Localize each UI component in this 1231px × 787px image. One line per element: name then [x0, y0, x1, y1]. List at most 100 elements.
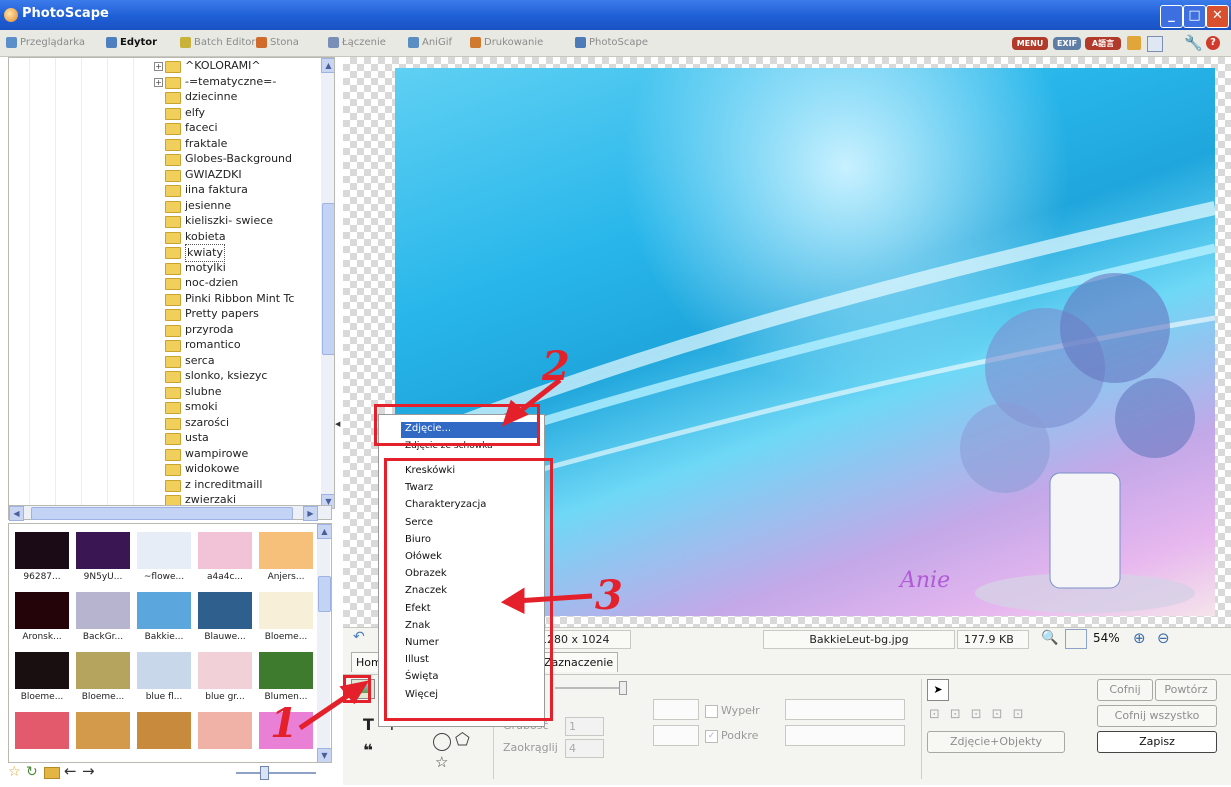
minimize-button[interactable]: _ [1160, 5, 1183, 28]
thumbnail-image[interactable] [198, 652, 252, 689]
thumbnail-image[interactable] [137, 652, 191, 689]
folder-icon[interactable] [1127, 36, 1141, 50]
style-dropdown[interactable] [785, 725, 905, 746]
thumbnail-image[interactable] [259, 592, 313, 629]
round-stepper[interactable]: 4 [565, 739, 604, 758]
thumbnail-image[interactable] [76, 652, 130, 689]
app-icon [4, 8, 18, 22]
close-button[interactable]: ✕ [1206, 5, 1229, 28]
thumbnail-label: Bakkie... [144, 632, 184, 642]
scroll-thumb[interactable] [318, 576, 331, 612]
tree-scrollbar[interactable]: ▲ ▼ [321, 58, 334, 508]
thumbnail-image[interactable] [259, 532, 313, 569]
zoom-fit-icon[interactable]: 🔍 [1041, 630, 1058, 646]
open-folder-icon[interactable] [44, 767, 60, 779]
folder-icon [165, 293, 181, 306]
batch-icon [180, 37, 191, 48]
menu-button[interactable]: MENU [1012, 37, 1048, 50]
underline-checkbox[interactable]: ✓ [705, 730, 718, 743]
browser-icon [6, 37, 17, 48]
slider-handle[interactable] [619, 681, 627, 695]
folder-label: usta [185, 431, 209, 444]
rotate-icon[interactable]: ↶ [353, 629, 365, 645]
thickness-stepper[interactable]: 1 [565, 717, 604, 736]
thumbnail-image[interactable] [259, 652, 313, 689]
actual-size-icon[interactable] [1065, 629, 1087, 649]
ellipse-icon[interactable] [433, 733, 451, 751]
zoom-out-icon[interactable]: ⊖ [1157, 629, 1170, 647]
thumbnail-scrollbar[interactable]: ▲ ▼ [317, 524, 331, 762]
scroll-thumb[interactable] [31, 507, 293, 520]
undo-button[interactable]: Cofnij [1097, 679, 1153, 701]
slider-handle[interactable] [260, 766, 269, 780]
exif-button[interactable]: EXIF [1053, 37, 1081, 50]
folder-tree[interactable]: + ^KOLORAMI^ + -=tematyczne=- dziecinne elfy f… [8, 57, 335, 509]
expand-icon[interactable]: + [154, 62, 163, 71]
thumbnail-image[interactable] [76, 592, 130, 629]
window-icon[interactable] [1147, 36, 1163, 52]
style-dropdown[interactable] [785, 699, 905, 720]
thumbnail-size-slider[interactable] [236, 772, 316, 774]
speech-bubble-icon[interactable]: ❝ [363, 741, 373, 761]
star-shape-icon[interactable]: ☆ [435, 753, 448, 771]
thumbnail-image[interactable] [198, 712, 252, 749]
folder-icon [165, 402, 181, 414]
folder-icon [165, 92, 181, 104]
thumbnail-image[interactable] [137, 532, 191, 569]
star-icon[interactable]: ☆ [8, 764, 21, 780]
scroll-up-icon[interactable]: ▲ [321, 58, 334, 73]
print-icon [470, 37, 481, 48]
folder-icon [165, 200, 181, 213]
scroll-thumb[interactable] [322, 203, 334, 355]
thumbnail-image[interactable] [15, 652, 69, 689]
thumbnail-image[interactable] [198, 532, 252, 569]
thumbnail-image[interactable] [15, 712, 69, 749]
scroll-down-icon[interactable]: ▼ [317, 748, 331, 762]
opacity-slider[interactable] [555, 687, 625, 689]
color-dropdown[interactable] [653, 725, 699, 746]
thumbnail-image[interactable] [15, 532, 69, 569]
zoom-in-icon[interactable]: ⊕ [1133, 629, 1146, 647]
polygon-icon[interactable]: ⬠ [455, 730, 470, 750]
pointer-tool-icon[interactable]: ➤ [927, 679, 949, 701]
undo-all-button[interactable]: Cofnij wszystko [1097, 705, 1217, 727]
thumbnail-image[interactable] [15, 592, 69, 629]
maximize-button[interactable]: □ [1183, 5, 1206, 28]
thumbnail-image[interactable] [137, 592, 191, 629]
scroll-up-icon[interactable]: ▲ [317, 524, 331, 539]
text-icon[interactable]: T [363, 715, 374, 734]
tab-stona[interactable]: Stona [256, 34, 299, 51]
tab-laczenie[interactable]: Łączenie [328, 34, 386, 51]
thumbnail-image[interactable] [137, 712, 191, 749]
layer-tools[interactable]: ⊡⊡⊡⊡⊡ [929, 707, 1033, 722]
tree-horizontal-scrollbar[interactable]: ◀ ▶ [8, 505, 332, 521]
folder-icon [165, 433, 181, 445]
language-button[interactable]: A語言 [1085, 37, 1121, 50]
fill-checkbox[interactable] [705, 705, 718, 718]
collapse-panel-icon[interactable]: ◀ [335, 420, 340, 428]
forward-arrow-icon[interactable]: → [82, 762, 95, 780]
tab-photoscape[interactable]: PhotoScape [575, 34, 648, 51]
expand-icon[interactable]: + [154, 77, 163, 87]
save-button[interactable]: Zapisz [1097, 731, 1217, 753]
tab-anigif[interactable]: AniGif [408, 34, 452, 51]
thumbnail-image[interactable] [76, 532, 130, 569]
tab-przegladarka[interactable]: Przeglądarka [6, 34, 85, 51]
highlight-box-items [384, 458, 553, 721]
refresh-icon[interactable]: ↻ [26, 764, 38, 780]
scroll-left-icon[interactable]: ◀ [9, 506, 24, 521]
back-arrow-icon[interactable]: ← [64, 762, 77, 780]
tab-drukowanie[interactable]: Drukowanie [470, 34, 543, 51]
photo-objects-button[interactable]: Zdjęcie+Objekty [927, 731, 1065, 753]
tab-edytor[interactable]: Edytor [106, 34, 157, 51]
redo-button[interactable]: Powtórz [1155, 679, 1217, 701]
color-dropdown[interactable] [653, 699, 699, 720]
scroll-right-icon[interactable]: ▶ [303, 506, 318, 521]
folder-label: z increditmaill [185, 477, 263, 491]
tools-icon[interactable]: 🔧 [1184, 34, 1203, 52]
folder-icon [165, 231, 181, 244]
thumbnail-image[interactable] [76, 712, 130, 749]
thumbnail-image[interactable] [198, 592, 252, 629]
help-icon[interactable]: ? [1206, 36, 1220, 50]
tab-batch-editor[interactable]: Batch Editor [180, 34, 256, 51]
